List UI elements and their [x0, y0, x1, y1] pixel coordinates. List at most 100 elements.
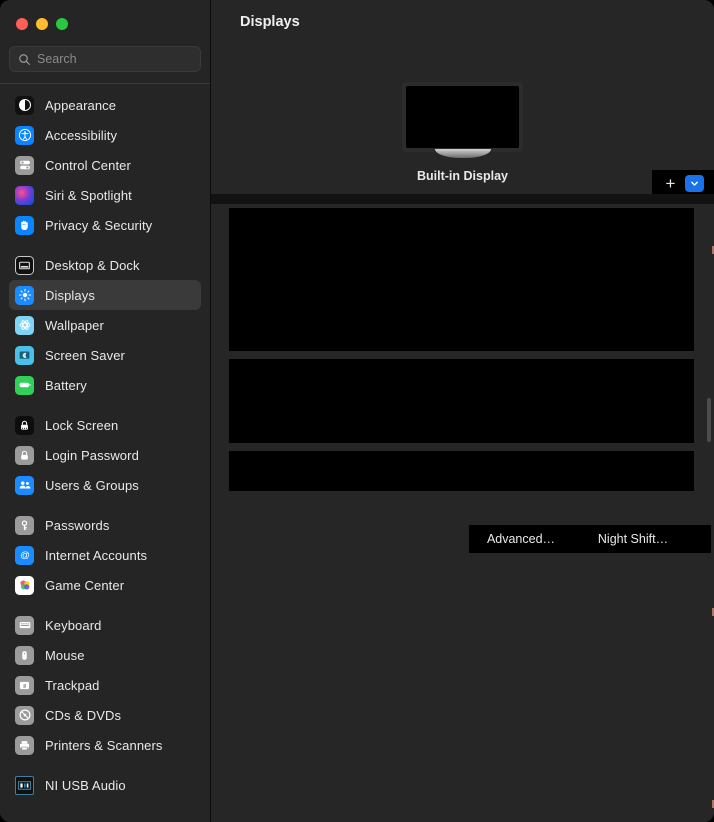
sidebar-item-label: Appearance [45, 97, 117, 113]
search-input[interactable] [37, 52, 192, 66]
sidebar-item-displays[interactable]: Displays [9, 280, 201, 310]
sidebar-item-passwords[interactable]: Passwords [9, 510, 201, 540]
chevron-down-icon [691, 181, 698, 186]
screen-saver-icon [15, 345, 34, 365]
sidebar-item-label: Mouse [45, 647, 85, 663]
advanced-button[interactable]: Advanced… [469, 525, 573, 553]
sidebar-item-lock-screen[interactable]: Lock Screen [9, 410, 201, 440]
display-screen [406, 86, 519, 148]
accessibility-icon [15, 125, 34, 145]
sidebar-item-appearance[interactable]: Appearance [9, 90, 201, 120]
window-traffic-lights [0, 0, 210, 42]
lock-screen-icon [15, 415, 34, 435]
sidebar-item-battery[interactable]: Battery [9, 370, 201, 400]
sidebar-group-2: Desktop & Dock Displays Wallpaper Screen… [9, 250, 201, 410]
display-picker: Built-in Display [211, 30, 714, 194]
login-password-icon [15, 445, 34, 465]
appearance-icon [15, 95, 34, 115]
sidebar-item-internet-accounts[interactable]: @ Internet Accounts [9, 540, 201, 570]
system-settings-window: Appearance Accessibility Control Center [0, 0, 714, 822]
sidebar-item-cds-dvds[interactable]: CDs & DVDs [9, 700, 201, 730]
sidebar-item-label: NI USB Audio [45, 777, 126, 793]
sidebar-item-privacy-security[interactable]: Privacy & Security [9, 210, 201, 240]
sidebar-item-label: Accessibility [45, 127, 118, 143]
bottom-button-row: Advanced… Night Shift… [469, 525, 711, 553]
sidebar-item-label: Printers & Scanners [45, 737, 163, 753]
zoom-button[interactable] [56, 18, 68, 30]
sidebar-item-wallpaper[interactable]: Wallpaper [9, 310, 201, 340]
sidebar: Appearance Accessibility Control Center [0, 0, 211, 822]
add-display-button[interactable]: + [662, 175, 679, 192]
siri-icon [15, 185, 34, 205]
svg-text:@: @ [20, 550, 30, 561]
control-center-icon [15, 155, 34, 175]
displays-icon [15, 285, 34, 305]
sidebar-item-label: Control Center [45, 157, 131, 173]
battery-icon [15, 375, 34, 395]
sidebar-item-label: Screen Saver [45, 347, 125, 363]
sidebar-item-mouse[interactable]: Mouse [9, 640, 201, 670]
printers-icon [15, 735, 34, 755]
sidebar-item-label: Wallpaper [45, 317, 104, 333]
internet-accounts-icon: @ [15, 545, 34, 565]
sidebar-item-label: Keyboard [45, 617, 102, 633]
sidebar-item-label: Trackpad [45, 677, 100, 693]
sidebar-item-label: Displays [45, 287, 95, 303]
search-container [0, 42, 210, 72]
privacy-security-icon [15, 215, 34, 235]
settings-panel-redacted-3[interactable] [229, 451, 694, 491]
sidebar-group-5: Keyboard Mouse Trackpad CDs & DVDs Print… [9, 610, 201, 770]
sidebar-item-keyboard[interactable]: Keyboard [9, 610, 201, 640]
sidebar-item-game-center[interactable]: Game Center [9, 570, 201, 600]
sidebar-item-label: Login Password [45, 447, 139, 463]
settings-panel-redacted-2[interactable] [229, 359, 694, 443]
sidebar-item-label: Siri & Spotlight [45, 187, 132, 203]
sidebar-item-trackpad[interactable]: Trackpad [9, 670, 201, 700]
sidebar-item-screen-saver[interactable]: Screen Saver [9, 340, 201, 370]
display-name-label: Built-in Display [417, 169, 508, 183]
minimize-button[interactable] [36, 18, 48, 30]
sidebar-item-control-center[interactable]: Control Center [9, 150, 201, 180]
keyboard-icon [15, 615, 34, 635]
sidebar-item-label: CDs & DVDs [45, 707, 122, 723]
settings-panels [229, 208, 707, 499]
sidebar-item-label: Game Center [45, 577, 125, 593]
display-thumbnail[interactable] [402, 82, 523, 158]
settings-panel-redacted-1[interactable] [229, 208, 694, 351]
search-box[interactable] [9, 46, 201, 72]
section-separator-band [211, 194, 714, 204]
sidebar-nav: Appearance Accessibility Control Center [0, 84, 210, 810]
sidebar-item-users-groups[interactable]: Users & Groups [9, 470, 201, 500]
sidebar-item-login-password[interactable]: Login Password [9, 440, 201, 470]
sidebar-item-printers-scanners[interactable]: Printers & Scanners [9, 730, 201, 760]
night-shift-button[interactable]: Night Shift… [573, 525, 693, 553]
sidebar-group-1: Appearance Accessibility Control Center [9, 90, 201, 250]
sidebar-item-desktop-dock[interactable]: Desktop & Dock [9, 250, 201, 280]
sidebar-group-3: Lock Screen Login Password Users & Group… [9, 410, 201, 510]
sidebar-item-label: Internet Accounts [45, 547, 148, 563]
sidebar-item-accessibility[interactable]: Accessibility [9, 120, 201, 150]
display-stand [434, 149, 491, 158]
sidebar-item-ni-usb-audio[interactable]: NI USB Audio [9, 770, 201, 800]
cds-dvds-icon [15, 705, 34, 725]
sidebar-group-6: NI USB Audio [9, 770, 201, 810]
sidebar-item-label: Lock Screen [45, 417, 119, 433]
close-button[interactable] [16, 18, 28, 30]
ni-usb-audio-icon [15, 775, 34, 795]
sidebar-item-label: Desktop & Dock [45, 257, 140, 273]
add-display-bar: + [652, 170, 714, 196]
mouse-icon [15, 645, 34, 665]
sidebar-item-label: Privacy & Security [45, 217, 153, 233]
content-scrollbar[interactable] [707, 398, 711, 442]
search-icon [19, 53, 30, 65]
sidebar-item-label: Battery [45, 377, 87, 393]
sidebar-item-siri-spotlight[interactable]: Siri & Spotlight [9, 180, 201, 210]
chevron-down-button[interactable] [685, 174, 704, 192]
page-title: Displays [240, 14, 300, 30]
trackpad-icon [15, 675, 34, 695]
sidebar-group-4: Passwords @ Internet Accounts Game Cente… [9, 510, 201, 610]
sidebar-item-label: Passwords [45, 517, 110, 533]
button-row-filler [693, 525, 711, 553]
users-groups-icon [15, 475, 34, 495]
game-center-icon [15, 575, 34, 595]
